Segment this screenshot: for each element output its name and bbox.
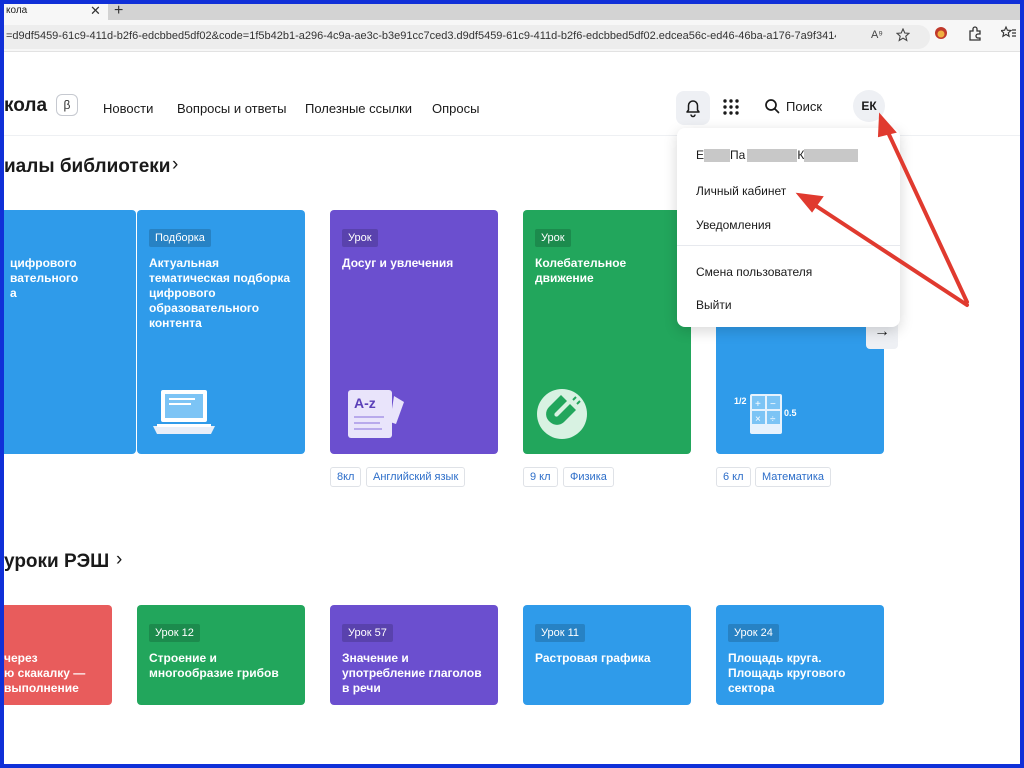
screenshot-root: { "browser": { "tab_title": "кола", "tab… — [0, 0, 1024, 768]
annotation-arrows — [795, 112, 969, 307]
arrow-head-icon — [877, 112, 897, 138]
arrow-to-avatar — [884, 126, 969, 304]
browser-window: кола ✕ + =d9df5459-61c9-411d-b2f6-edcbbe… — [4, 4, 1020, 764]
